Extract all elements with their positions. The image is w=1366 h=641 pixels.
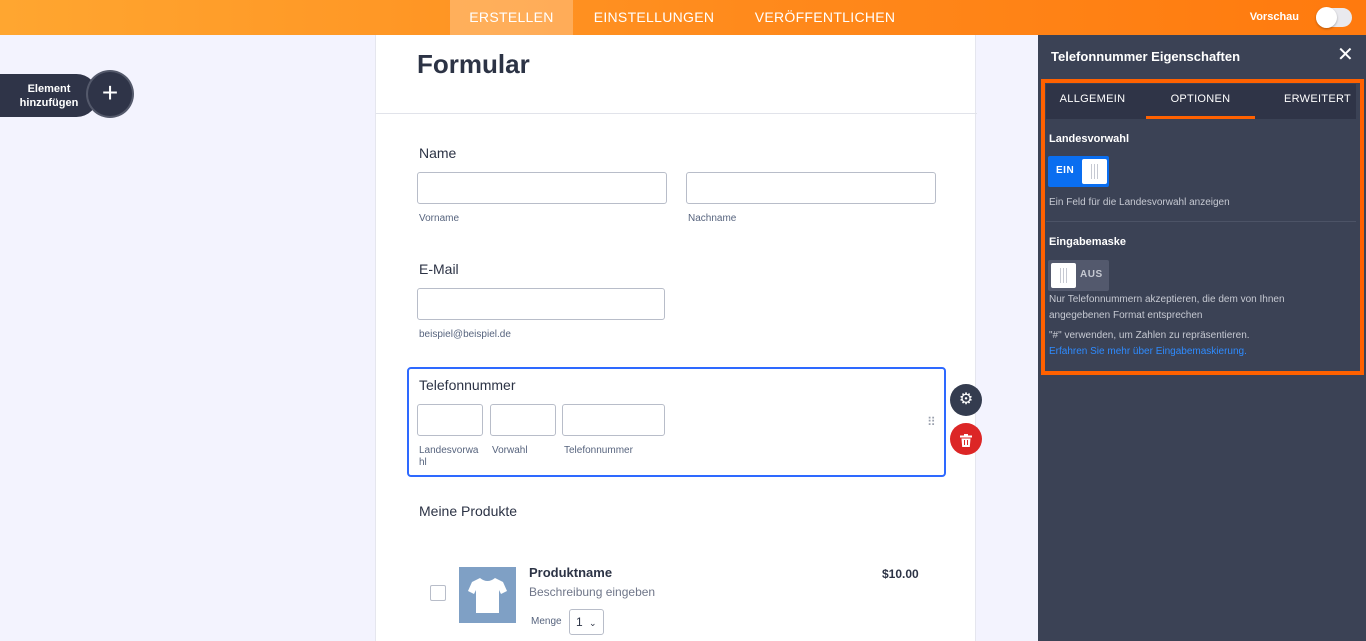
panel-header: Telefonnummer Eigenschaften ✕: [1038, 35, 1366, 79]
country-code-toggle[interactable]: EIN: [1048, 156, 1109, 187]
properties-panel: Telefonnummer Eigenschaften ✕ ALLGEMEIN …: [1038, 35, 1366, 641]
quantity-label: Menge: [531, 616, 562, 627]
product-name: Produktname: [529, 565, 613, 580]
add-element-label-line2: hinzufügen: [19, 97, 79, 109]
toggle-state: AUS: [1080, 269, 1103, 280]
product-image: [459, 567, 516, 623]
chevron-down-icon: ⌄: [589, 618, 597, 628]
country-code-description: Ein Feld für die Landesvorwahl anzeigen: [1049, 197, 1230, 208]
tab-erweitert[interactable]: ERWEITERT: [1279, 84, 1356, 119]
email-sublabel: beispiel@beispiel.de: [419, 329, 511, 340]
toggle-knob: [1082, 159, 1107, 184]
close-icon[interactable]: ✕: [1337, 45, 1354, 65]
input-mask-setting-label: Eingabemaske: [1049, 236, 1127, 248]
product-price: $10.00: [882, 567, 919, 581]
add-element-label-line1: Element: [27, 83, 71, 95]
gear-icon[interactable]: ⚙: [950, 384, 982, 416]
add-element-label[interactable]: Element hinzufügen: [0, 74, 98, 117]
country-code-input[interactable]: [417, 404, 483, 436]
tab-einstellungen[interactable]: EINSTELLUNGEN: [573, 0, 735, 35]
area-code-sublabel: Vorwahl: [492, 445, 528, 456]
input-mask-toggle[interactable]: AUS: [1048, 260, 1109, 291]
grip-lines: [1091, 164, 1098, 179]
products-title: Meine Produkte: [419, 503, 518, 519]
product-checkbox[interactable]: [430, 585, 446, 601]
panel-title: Telefonnummer Eigenschaften: [1051, 49, 1241, 64]
country-code-setting-label: Landesvorwahl: [1049, 133, 1130, 145]
toggle-state: EIN: [1056, 165, 1075, 176]
input-mask-hint: "#" verwenden, um Zahlen zu repräsentier…: [1049, 330, 1250, 341]
country-code-sublabel: Landesvorwa hl: [419, 445, 479, 468]
email-input[interactable]: [417, 288, 665, 320]
toggle-knob: [1051, 263, 1076, 288]
form-canvas: Formular Name Vorname Nachname E-Mail be…: [375, 35, 982, 641]
drag-handle-icon[interactable]: ⠿: [927, 415, 936, 429]
trash-glyph: [960, 433, 972, 447]
phone-number-input[interactable]: [562, 404, 665, 436]
quantity-value: 1: [576, 615, 583, 629]
form-title[interactable]: Formular: [417, 49, 530, 80]
phone-number-sublabel: Telefonnummer: [564, 445, 633, 456]
trash-icon[interactable]: [950, 423, 982, 455]
top-navigation-bar: ERSTELLEN EINSTELLUNGEN VERÖFFENTLICHEN …: [0, 0, 1366, 35]
panel-tabs: ALLGEMEIN OPTIONEN ERWEITERT: [1046, 84, 1356, 119]
input-mask-help-link[interactable]: Erfahren Sie mehr über Eingabemaskierung…: [1049, 346, 1247, 357]
quantity-select[interactable]: 1 ⌄: [569, 609, 604, 635]
tab-veroeffentlichen[interactable]: VERÖFFENTLICHEN: [735, 0, 915, 35]
grip-lines: [1060, 268, 1067, 283]
email-label: E-Mail: [419, 261, 459, 277]
section-divider: [1046, 221, 1356, 222]
tab-allgemein[interactable]: ALLGEMEIN: [1046, 84, 1139, 119]
add-element-button[interactable]: +: [88, 70, 132, 120]
tab-erstellen[interactable]: ERSTELLEN: [450, 0, 573, 35]
tshirt-icon: [468, 578, 507, 613]
toggle-knob: [1316, 7, 1337, 28]
preview-label: Vorschau: [1249, 11, 1299, 23]
last-name-input[interactable]: [686, 172, 936, 204]
last-name-sublabel: Nachname: [688, 213, 737, 224]
product-description: Beschreibung eingeben: [529, 585, 656, 599]
input-mask-description: Nur Telefonnummern akzeptieren, die dem …: [1049, 294, 1285, 321]
plus-icon: +: [88, 72, 132, 116]
first-name-sublabel: Vorname: [419, 213, 460, 224]
name-label: Name: [419, 145, 457, 161]
tab-optionen[interactable]: OPTIONEN: [1146, 84, 1255, 119]
area-code-input[interactable]: [490, 404, 556, 436]
preview-toggle[interactable]: [1316, 7, 1352, 28]
first-name-input[interactable]: [417, 172, 667, 204]
title-divider: [376, 113, 977, 114]
phone-label: Telefonnummer: [419, 377, 516, 393]
